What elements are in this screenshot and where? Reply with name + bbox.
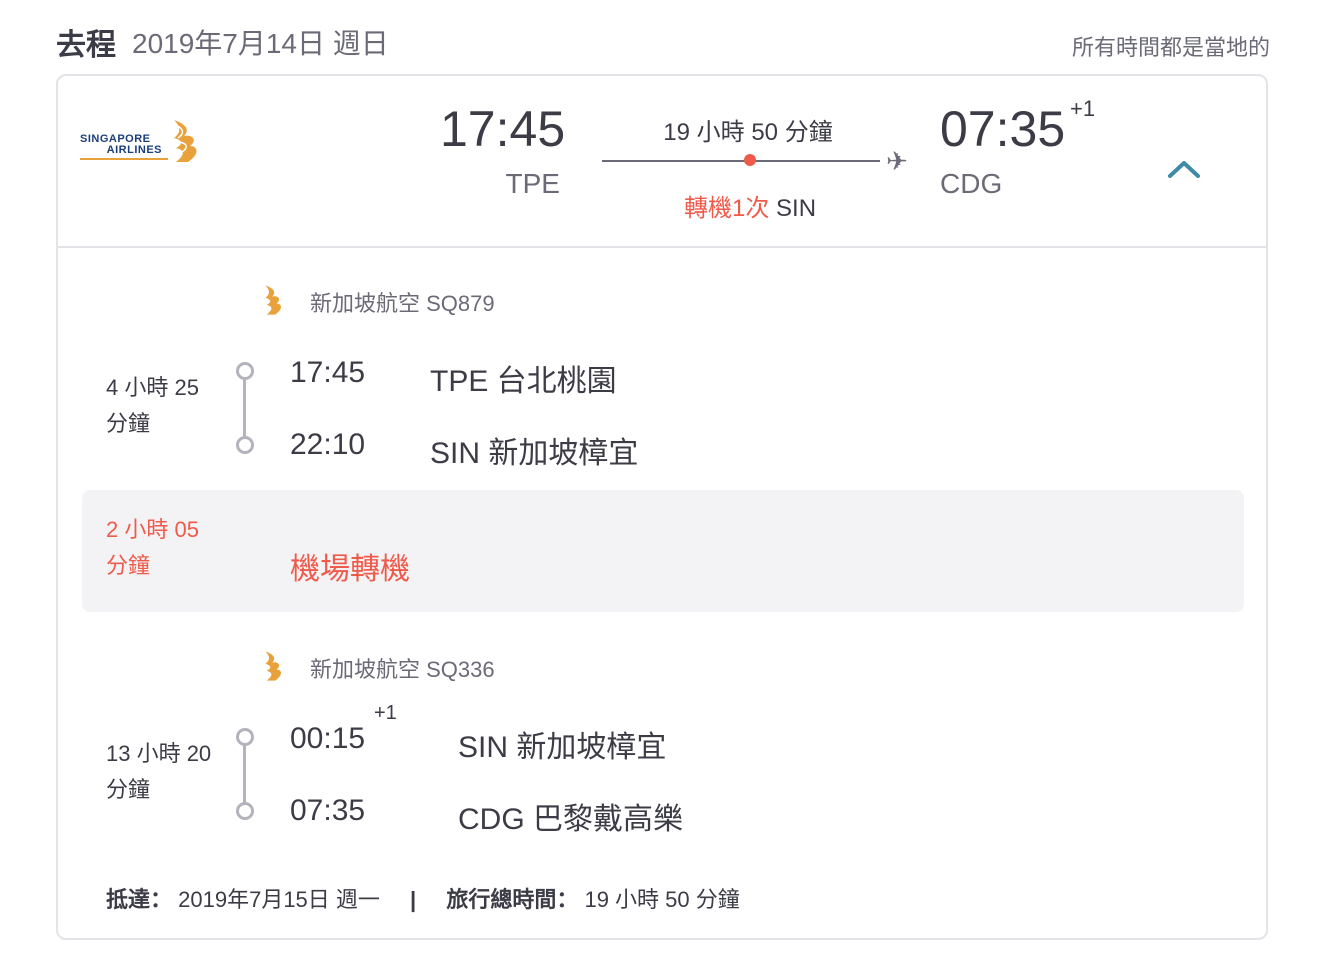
segment-2-dep-airport: SIN 新加坡樟宜 bbox=[458, 731, 667, 764]
total-time-label: 旅行總時間： bbox=[446, 887, 579, 912]
airplane-icon: ✈ bbox=[886, 146, 908, 176]
segment-2-arr-marker bbox=[236, 802, 254, 820]
stopover-dot bbox=[744, 154, 756, 166]
segment-1-dep-time: 17:45 bbox=[290, 356, 366, 389]
route-line bbox=[602, 160, 880, 162]
direction-label: 去程 bbox=[56, 29, 116, 62]
summary-departure-code: TPE bbox=[505, 168, 560, 199]
layover-duration: 2 小時 05 分鐘 bbox=[106, 517, 199, 578]
layover-label: 機場轉機 bbox=[290, 553, 410, 586]
segment-2-airline-flight: 新加坡航空 SQ336 bbox=[310, 657, 495, 682]
summary-arrival-time: 07:35 bbox=[940, 101, 1066, 157]
segment-1-timeline bbox=[243, 376, 246, 442]
stops-count: 轉機1次 bbox=[684, 195, 770, 222]
total-time-value: 19 小時 50 分鐘 bbox=[584, 887, 740, 912]
logo-underline bbox=[80, 158, 168, 160]
segment-2-day-offset: +1 bbox=[374, 702, 397, 724]
segment-1-airline-flight: 新加坡航空 SQ879 bbox=[310, 291, 495, 316]
segment-2-arr-airport: CDG 巴黎戴高樂 bbox=[458, 803, 683, 836]
singapore-airlines-bird-icon bbox=[174, 120, 197, 162]
segment-1-duration: 4 小時 25 分鐘 bbox=[106, 375, 199, 436]
singapore-airlines-bird-icon bbox=[265, 285, 281, 315]
summary-departure-time: 17:45 bbox=[440, 101, 566, 157]
stops-info: 轉機1次 SIN bbox=[684, 188, 816, 223]
segment-2-arr-time: 07:35 bbox=[290, 794, 366, 827]
segment-2-timeline bbox=[243, 742, 246, 808]
flight-card: SINGAPORE AIRLINES 17:45 TPE 19 小時 50 分鐘… bbox=[56, 74, 1268, 940]
summary-total-duration: 19 小時 50 分鐘 bbox=[663, 119, 833, 146]
segment-1-arr-marker bbox=[236, 436, 254, 454]
flight-summary[interactable]: SINGAPORE AIRLINES 17:45 TPE 19 小時 50 分鐘… bbox=[58, 76, 1266, 248]
stops-airport: SIN bbox=[776, 195, 817, 222]
arrival-label: 抵達： bbox=[106, 887, 173, 912]
footer-separator: | bbox=[410, 887, 417, 912]
segment-1-arr-time: 22:10 bbox=[290, 428, 366, 461]
arrival-date: 2019年7月15日 週一 bbox=[178, 887, 380, 912]
local-time-note: 所有時間都是當地的 bbox=[1071, 35, 1270, 60]
segment-2-dep-time: 00:15 bbox=[290, 722, 366, 755]
chevron-up-icon[interactable] bbox=[1164, 154, 1204, 184]
trip-footer: 抵達： 2019年7月15日 週一 | 旅行總時間： 19 小時 50 分鐘 bbox=[106, 882, 740, 914]
airline-logo: SINGAPORE AIRLINES bbox=[80, 118, 204, 170]
airline-logo-text: SINGAPORE AIRLINES bbox=[80, 133, 162, 156]
segment-1-arr-airport: SIN 新加坡樟宜 bbox=[430, 437, 639, 470]
segment-2-duration: 13 小時 20 分鐘 bbox=[106, 741, 212, 802]
segment-1-dep-airport: TPE 台北桃園 bbox=[430, 365, 617, 398]
summary-arrival-code: CDG bbox=[940, 168, 1003, 199]
singapore-airlines-bird-icon bbox=[265, 651, 281, 681]
layover-block: 2 小時 05 分鐘 機場轉機 bbox=[82, 490, 1244, 612]
arrival-day-offset: +1 bbox=[1070, 96, 1096, 121]
segment-2-dep-marker bbox=[236, 728, 254, 746]
segment-1-dep-marker bbox=[236, 362, 254, 380]
itinerary-header: 去程 2019年7月14日 週日 所有時間都是當地的 bbox=[56, 20, 1270, 62]
departure-date: 2019年7月14日 週日 bbox=[132, 28, 389, 59]
